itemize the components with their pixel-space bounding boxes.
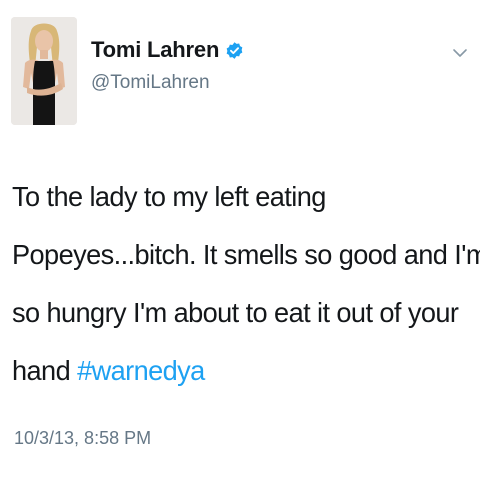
tweet-text-line: To the lady to my left eating [12,181,326,212]
tweet-text: To the lady to my left eating Popeyes...… [12,168,480,400]
tweet-text-line: hand #warnedya [12,342,458,400]
author-handle[interactable]: @TomiLahren [91,71,210,95]
verified-badge-icon [225,41,244,60]
tweet-text-fragment: hand [12,355,78,386]
profile-photo-icon [11,17,77,125]
display-name[interactable]: Tomi Lahren [91,35,219,65]
tweet-text-line: so hungry I'm about to eat it out of you… [12,297,459,328]
tweet-text-line: Popeyes...bitch. It smells so good and I… [12,239,480,270]
chevron-down-icon[interactable] [452,47,468,59]
tweet-card: Tomi Lahren @TomiLahren To the lady to m… [0,0,480,480]
tweet-timestamp[interactable]: 10/3/13, 8:58 PM [14,426,151,450]
hashtag-link[interactable]: #warnedya [77,355,205,386]
avatar[interactable] [11,17,77,125]
author-name-row[interactable]: Tomi Lahren [91,35,244,65]
